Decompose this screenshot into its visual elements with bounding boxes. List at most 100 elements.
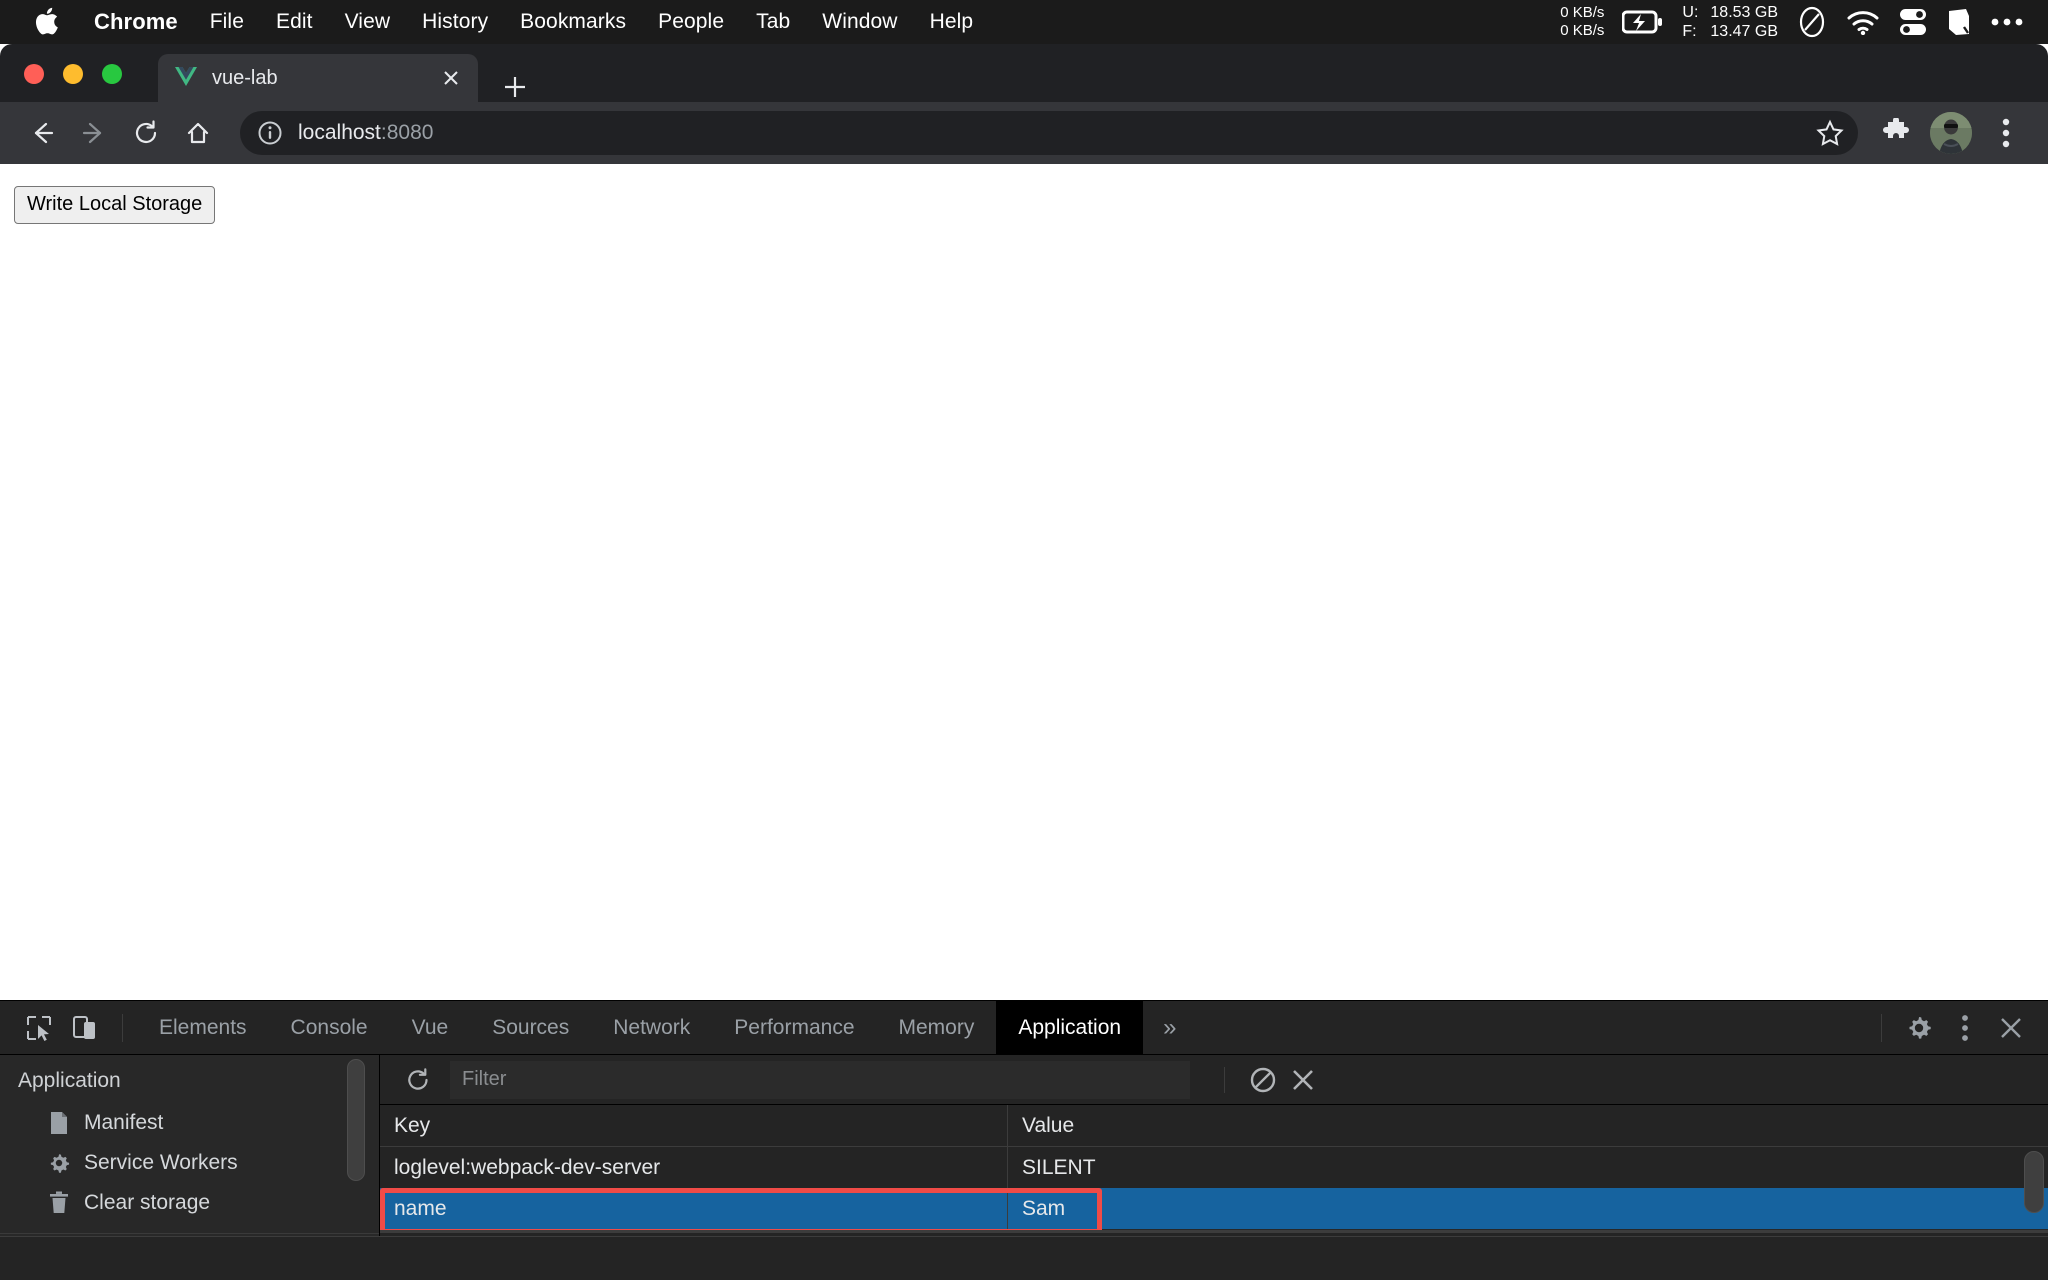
gear-icon	[46, 1152, 72, 1174]
filter-input[interactable]: Filter	[450, 1060, 1190, 1099]
cell-key[interactable]: loglevel:webpack-dev-server	[380, 1147, 1008, 1188]
close-tab-button[interactable]	[438, 65, 464, 91]
menu-item-file[interactable]: File	[194, 10, 260, 34]
menu-item-chrome[interactable]: Chrome	[78, 9, 194, 35]
menu-item-window[interactable]: Window	[806, 10, 913, 34]
apple-logo-icon[interactable]	[30, 6, 64, 36]
bookmark-star-icon[interactable]	[1812, 115, 1848, 151]
gear-icon[interactable]	[1896, 1005, 1942, 1051]
table-row[interactable]: loglevel:webpack-dev-server SILENT	[380, 1147, 2048, 1188]
browser-tab[interactable]: vue-lab	[158, 54, 478, 102]
disk-usage-indicator[interactable]: U: 18.53 GB F: 13.47 GB	[1682, 3, 1778, 41]
table-header-row: Key Value	[380, 1105, 2048, 1147]
disk-free-value: 13.47 GB	[1710, 23, 1778, 40]
devtools-panel: Elements Console Vue Sources Network Per…	[0, 1000, 2048, 1280]
disk-free-label: F:	[1682, 23, 1697, 40]
menu-item-help[interactable]: Help	[914, 10, 990, 34]
cell-value	[1008, 1229, 2048, 1230]
devtools-bottom-strip	[0, 1236, 2048, 1280]
sidebar-item-label: Clear storage	[84, 1191, 211, 1214]
toggle-switches-icon[interactable]	[1898, 7, 1928, 37]
tab-network[interactable]: Network	[591, 1001, 712, 1055]
table-vertical-scrollbar[interactable]	[2024, 1151, 2044, 1213]
tab-performance[interactable]: Performance	[712, 1001, 876, 1055]
tab-elements[interactable]: Elements	[137, 1001, 269, 1055]
sidebar-vertical-scrollbar[interactable]	[347, 1059, 365, 1181]
info-circle-icon[interactable]	[256, 119, 284, 147]
tab-sources[interactable]: Sources	[470, 1001, 591, 1055]
page-viewport: Write Local Storage	[0, 164, 2048, 559]
cell-value[interactable]: Sam	[1008, 1188, 2048, 1229]
delete-x-icon[interactable]	[1283, 1060, 1323, 1100]
close-window-button[interactable]	[24, 64, 44, 84]
sidebar-section-application: Application	[18, 1069, 121, 1092]
home-icon[interactable]	[176, 111, 220, 155]
cell-key	[380, 1229, 1008, 1230]
three-dot-menu-icon[interactable]	[1984, 111, 2028, 155]
window-traffic-lights	[24, 64, 122, 84]
network-speed-indicator[interactable]: 0 KB/s 0 KB/s	[1560, 4, 1604, 40]
tab-memory[interactable]: Memory	[877, 1001, 997, 1055]
manifest-file-icon	[46, 1111, 72, 1135]
forward-arrow-icon[interactable]	[72, 111, 116, 155]
cell-key[interactable]: name	[380, 1188, 1008, 1229]
puzzle-piece-icon[interactable]	[1874, 111, 1918, 155]
sidebar-item-manifest[interactable]: Manifest	[0, 1103, 379, 1143]
tab-application[interactable]: Application	[996, 1000, 1144, 1055]
sidebar-item-clear-storage[interactable]: Clear storage	[0, 1183, 379, 1223]
local-storage-table: Key Value loglevel:webpack-dev-server SI…	[380, 1105, 2048, 1231]
tab-strip: vue-lab	[0, 44, 2048, 102]
actions-divider	[1881, 1013, 1882, 1042]
menu-item-bookmarks[interactable]: Bookmarks	[504, 10, 642, 34]
menu-item-tab[interactable]: Tab	[740, 10, 806, 34]
filter-placeholder: Filter	[462, 1068, 507, 1090]
address-bar-url: localhost:8080	[298, 121, 433, 145]
vue-logo-icon	[172, 64, 200, 92]
close-icon[interactable]	[1988, 1005, 2034, 1051]
device-toolbar-icon[interactable]	[62, 1005, 108, 1051]
network-upload-speed: 0 KB/s	[1560, 4, 1605, 21]
toolbar-divider	[1224, 1066, 1225, 1093]
devtools-tab-bar: Elements Console Vue Sources Network Per…	[0, 1000, 2048, 1055]
toolbar-divider	[122, 1013, 123, 1042]
column-header-key[interactable]: Key	[380, 1105, 1008, 1146]
address-bar[interactable]: localhost:8080	[240, 111, 1858, 155]
reload-icon[interactable]	[124, 111, 168, 155]
minimize-window-button[interactable]	[63, 64, 83, 84]
omnibox-port: :8080	[380, 121, 434, 144]
maximize-window-button[interactable]	[102, 64, 122, 84]
menu-item-history[interactable]: History	[406, 10, 504, 34]
menu-item-view[interactable]: View	[329, 10, 407, 34]
menu-item-people[interactable]: People	[642, 10, 740, 34]
shape-icon[interactable]	[1946, 7, 1972, 37]
table-row[interactable]: name Sam	[380, 1188, 2048, 1229]
local-storage-toolbar: Filter	[380, 1055, 2048, 1105]
column-header-value[interactable]: Value	[1008, 1105, 2048, 1146]
inspect-element-icon[interactable]	[16, 1005, 62, 1051]
new-tab-button[interactable]	[498, 70, 532, 104]
write-local-storage-button[interactable]: Write Local Storage	[14, 186, 216, 224]
battery-charging-icon[interactable]	[1622, 9, 1664, 35]
sidebar-item-label: Service Workers	[84, 1151, 238, 1174]
table-empty-row	[380, 1229, 2048, 1230]
sidebar-item-service-workers[interactable]: Service Workers	[0, 1143, 379, 1183]
three-dot-menu-icon[interactable]	[1942, 1005, 1988, 1051]
do-not-disturb-icon[interactable]	[1796, 6, 1828, 38]
macos-menu-bar: Chrome File Edit View History Bookmarks …	[0, 0, 2048, 44]
clear-all-icon[interactable]	[1243, 1060, 1283, 1100]
browser-toolbar: localhost:8080	[0, 102, 2048, 164]
tab-vue[interactable]: Vue	[390, 1001, 471, 1055]
ellipsis-icon[interactable]	[1990, 16, 2024, 28]
more-tabs-button[interactable]: »	[1143, 1001, 1196, 1055]
wifi-icon[interactable]	[1846, 9, 1880, 35]
menu-bar-status-items: 0 KB/s 0 KB/s U: 18.53 GB F: 13.47 GB	[1560, 3, 2048, 41]
disk-used-label: U:	[1682, 4, 1699, 21]
profile-avatar[interactable]	[1930, 112, 1972, 154]
tab-console[interactable]: Console	[269, 1001, 390, 1055]
disk-used-value: 18.53 GB	[1710, 4, 1778, 21]
menu-item-edit[interactable]: Edit	[260, 10, 329, 34]
cell-value[interactable]: SILENT	[1008, 1147, 2048, 1188]
trash-icon	[46, 1191, 72, 1215]
back-arrow-icon[interactable]	[20, 111, 64, 155]
refresh-icon[interactable]	[398, 1060, 438, 1100]
